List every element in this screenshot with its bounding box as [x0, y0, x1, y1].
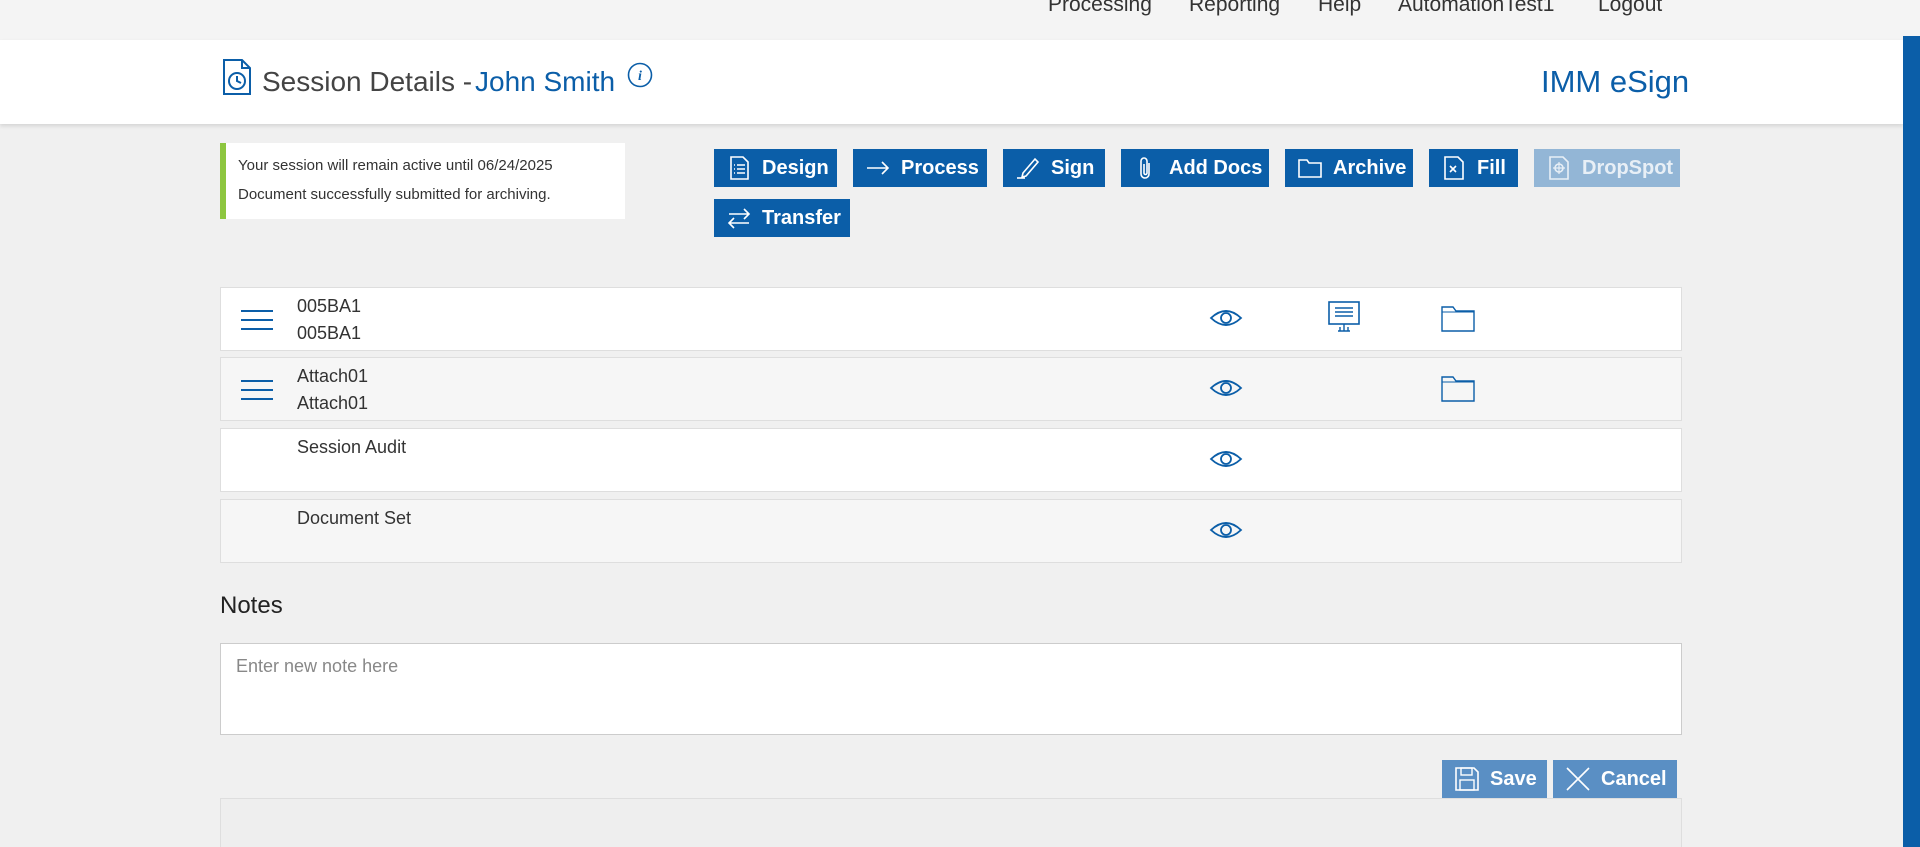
transfer-button-label: Transfer [762, 206, 841, 229]
add-docs-button-label: Add Docs [1169, 156, 1263, 179]
document-row: Attach01 Attach01 [220, 357, 1682, 421]
sign-button-label: Sign [1051, 156, 1095, 179]
view-eye-icon[interactable] [1209, 447, 1243, 471]
process-button[interactable]: Process [853, 149, 987, 187]
pen-icon [1017, 157, 1040, 179]
document-row: Document Set [220, 499, 1682, 563]
nav-user-account[interactable]: AutomationTest1 [1398, 0, 1554, 17]
nav-reporting[interactable]: Reporting [1189, 0, 1280, 17]
fill-button-label: Fill [1477, 156, 1506, 179]
dropspot-target-icon [1549, 156, 1569, 180]
form-fill-icon [1444, 156, 1464, 180]
document-title: Session Audit [297, 437, 407, 457]
hamburger-menu-icon[interactable] [241, 308, 273, 332]
document-subtitle: 005BA1 [297, 323, 362, 343]
notes-input[interactable] [220, 643, 1682, 735]
scrollbar[interactable] [1903, 36, 1920, 847]
document-title: 005BA1 [297, 296, 362, 316]
archive-success-message: Document successfully submitted for arch… [238, 186, 551, 203]
brand-logo: IMM eSign [1541, 64, 1690, 99]
nav-processing[interactable]: Processing [1048, 0, 1152, 17]
arrow-right-icon [867, 161, 890, 175]
process-button-label: Process [901, 156, 979, 179]
document-row: Session Audit [220, 428, 1682, 492]
svg-text:i: i [638, 69, 642, 84]
design-button-label: Design [762, 156, 829, 179]
view-eye-icon[interactable] [1209, 306, 1243, 330]
cancel-button[interactable]: Cancel [1553, 760, 1677, 798]
transfer-button[interactable]: Transfer [714, 199, 850, 237]
document-subtitle: Attach01 [297, 393, 369, 413]
hamburger-menu-icon[interactable] [241, 378, 273, 402]
nav-logout[interactable]: Logout [1598, 0, 1662, 17]
save-button[interactable]: Save [1442, 760, 1547, 798]
dropspot-button-label: DropSpot [1582, 156, 1674, 179]
view-eye-icon[interactable] [1209, 518, 1243, 542]
archive-button-label: Archive [1333, 156, 1407, 179]
paperclip-icon [1140, 157, 1150, 179]
document-row: 005BA1 005BA1 [220, 287, 1682, 351]
notes-list-panel [220, 798, 1682, 847]
folder-icon[interactable] [1441, 374, 1475, 402]
nav-help[interactable]: Help [1318, 0, 1361, 17]
folder-icon [1298, 159, 1322, 178]
monitor-icon[interactable] [1327, 300, 1361, 334]
document-title: Document Set [297, 508, 412, 528]
save-button-label: Save [1490, 767, 1537, 790]
sign-button[interactable]: Sign [1003, 149, 1105, 187]
document-title: Attach01 [297, 366, 369, 386]
page-title: Session Details - [262, 66, 473, 97]
info-icon[interactable]: i [627, 62, 653, 88]
archive-button[interactable]: Archive [1285, 149, 1413, 187]
top-nav: Processing Reporting Help AutomationTest… [0, 0, 1920, 40]
close-icon [1566, 767, 1590, 791]
session-user-name: John Smith [475, 66, 616, 97]
session-expiry-message: Your session will remain active until 06… [238, 157, 553, 174]
cancel-button-label: Cancel [1601, 767, 1667, 790]
fill-button[interactable]: Fill [1429, 149, 1518, 187]
folder-icon[interactable] [1441, 304, 1475, 332]
add-docs-button[interactable]: Add Docs [1121, 149, 1269, 187]
status-message-box: Your session will remain active until 06… [220, 143, 625, 219]
design-button[interactable]: Design [714, 149, 837, 187]
page-header: Session Details - John Smith i IMM eSign [0, 40, 1903, 124]
notes-heading: Notes [220, 592, 283, 619]
dropspot-button[interactable]: DropSpot [1534, 149, 1680, 187]
view-eye-icon[interactable] [1209, 376, 1243, 400]
save-disk-icon [1455, 767, 1479, 791]
document-history-icon [223, 59, 251, 95]
transfer-arrows-icon [727, 208, 751, 229]
design-doc-icon [730, 156, 749, 180]
